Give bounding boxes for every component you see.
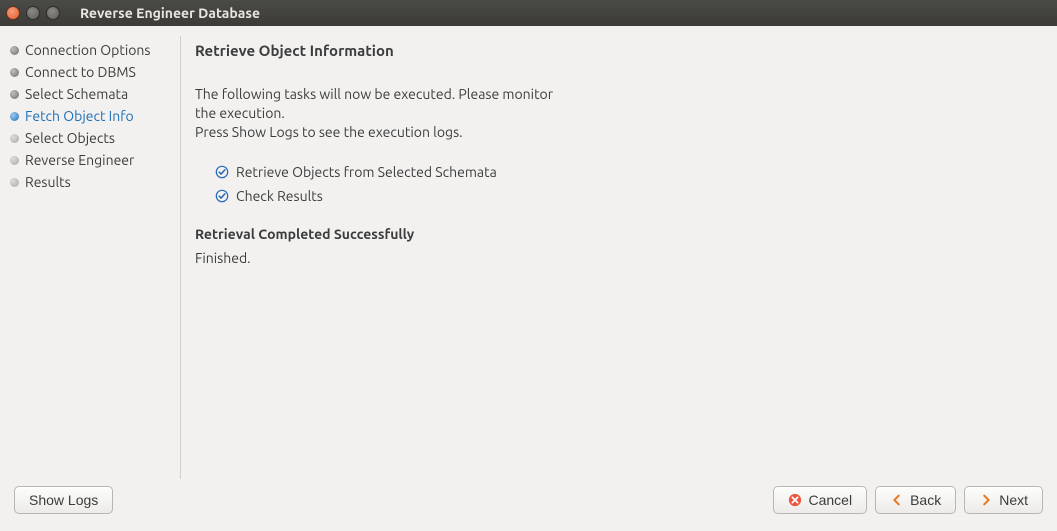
description-text: The following tasks will now be executed… bbox=[195, 85, 1035, 142]
wizard-steps-sidebar: Connection Options Connect to DBMS Selec… bbox=[10, 36, 176, 479]
step-label: Connect to DBMS bbox=[25, 64, 136, 80]
close-window-button[interactable] bbox=[6, 6, 20, 20]
next-button[interactable]: Next bbox=[964, 486, 1043, 514]
step-results: Results bbox=[10, 174, 176, 190]
step-label: Fetch Object Info bbox=[25, 108, 134, 124]
step-label: Connection Options bbox=[25, 42, 151, 58]
show-logs-button[interactable]: Show Logs bbox=[14, 486, 113, 514]
dialog-body: Connection Options Connect to DBMS Selec… bbox=[0, 26, 1057, 531]
result-title: Retrieval Completed Successfully bbox=[195, 226, 1035, 242]
titlebar: Reverse Engineer Database bbox=[0, 0, 1057, 26]
maximize-window-button[interactable] bbox=[46, 6, 60, 20]
step-label: Results bbox=[25, 174, 71, 190]
cancel-icon bbox=[788, 493, 802, 507]
button-label: Show Logs bbox=[29, 492, 98, 508]
result-status: Finished. bbox=[195, 250, 1035, 266]
window-controls bbox=[6, 6, 60, 20]
content-area: Connection Options Connect to DBMS Selec… bbox=[0, 26, 1057, 479]
minimize-window-button[interactable] bbox=[26, 6, 40, 20]
cancel-button[interactable]: Cancel bbox=[773, 486, 867, 514]
task-label: Check Results bbox=[236, 188, 323, 204]
task-item: Check Results bbox=[215, 188, 1035, 204]
footer-bar: Show Logs Cancel Back Next bbox=[0, 479, 1057, 531]
arrow-right-icon bbox=[979, 493, 993, 507]
button-label: Cancel bbox=[808, 492, 852, 508]
button-label: Back bbox=[910, 492, 941, 508]
description-line: The following tasks will now be executed… bbox=[195, 86, 553, 102]
step-connect-to-dbms: Connect to DBMS bbox=[10, 64, 176, 80]
step-bullet-icon bbox=[10, 134, 19, 143]
arrow-left-icon bbox=[890, 493, 904, 507]
step-label: Select Objects bbox=[25, 130, 115, 146]
description-line: the execution. bbox=[195, 105, 285, 121]
page-title: Retrieve Object Information bbox=[195, 42, 1035, 59]
window-title: Reverse Engineer Database bbox=[80, 5, 260, 21]
button-label: Next bbox=[999, 492, 1028, 508]
task-list: Retrieve Objects from Selected Schemata … bbox=[215, 164, 1035, 204]
step-label: Select Schemata bbox=[25, 86, 128, 102]
back-button[interactable]: Back bbox=[875, 486, 956, 514]
step-select-schemata: Select Schemata bbox=[10, 86, 176, 102]
step-reverse-engineer: Reverse Engineer bbox=[10, 152, 176, 168]
description-line: Press Show Logs to see the execution log… bbox=[195, 124, 463, 140]
main-panel: Retrieve Object Information The followin… bbox=[189, 36, 1047, 479]
step-bullet-icon bbox=[10, 46, 19, 55]
dialog-window: Reverse Engineer Database Connection Opt… bbox=[0, 0, 1057, 531]
step-bullet-icon bbox=[10, 68, 19, 77]
step-bullet-icon bbox=[10, 90, 19, 99]
step-bullet-icon bbox=[10, 112, 19, 121]
checkmark-icon bbox=[215, 189, 229, 203]
step-fetch-object-info: Fetch Object Info bbox=[10, 108, 176, 124]
step-bullet-icon bbox=[10, 156, 19, 165]
vertical-separator bbox=[180, 36, 181, 479]
task-label: Retrieve Objects from Selected Schemata bbox=[236, 164, 497, 180]
checkmark-icon bbox=[215, 165, 229, 179]
step-select-objects: Select Objects bbox=[10, 130, 176, 146]
step-label: Reverse Engineer bbox=[25, 152, 134, 168]
step-connection-options: Connection Options bbox=[10, 42, 176, 58]
task-item: Retrieve Objects from Selected Schemata bbox=[215, 164, 1035, 180]
step-bullet-icon bbox=[10, 178, 19, 187]
